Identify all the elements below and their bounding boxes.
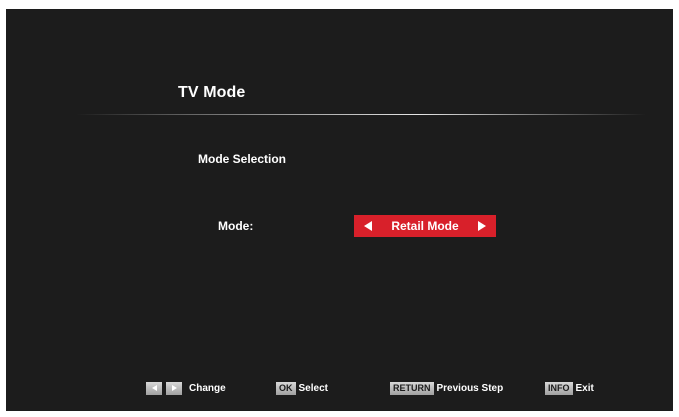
hint-exit: INFO Exit: [545, 381, 594, 395]
hint-label-exit: Exit: [575, 382, 594, 394]
right-arrow-icon: [171, 385, 177, 391]
ok-key-badge: OK: [276, 381, 296, 395]
hint-bar: Change OK Select RETURN Previous Step IN…: [6, 381, 673, 399]
tv-setup-screen: TV Mode Mode Selection Mode: Retail Mode…: [6, 9, 673, 411]
left-arrow-icon[interactable]: [364, 221, 372, 231]
right-arrow-icon[interactable]: [478, 221, 486, 231]
return-key-badge: RETURN: [390, 381, 434, 395]
hint-select: OK Select: [276, 381, 328, 395]
title-divider: [76, 114, 646, 115]
section-title: Mode Selection: [198, 152, 287, 166]
mode-label: Mode:: [218, 219, 254, 233]
hint-change: Change: [146, 381, 226, 395]
left-key-button: [146, 381, 162, 395]
hint-label-previous-step: Previous Step: [436, 382, 504, 394]
mode-selector-value: Retail Mode: [391, 219, 459, 233]
hint-previous-step: RETURN Previous Step: [390, 381, 503, 395]
page-title: TV Mode: [178, 84, 246, 101]
hint-label-select: Select: [298, 382, 328, 394]
mode-selector[interactable]: Retail Mode: [354, 215, 496, 237]
info-key-badge: INFO: [545, 381, 573, 395]
hint-label-change: Change: [189, 382, 226, 394]
right-key-button: [166, 381, 182, 395]
left-arrow-icon: [151, 385, 157, 391]
